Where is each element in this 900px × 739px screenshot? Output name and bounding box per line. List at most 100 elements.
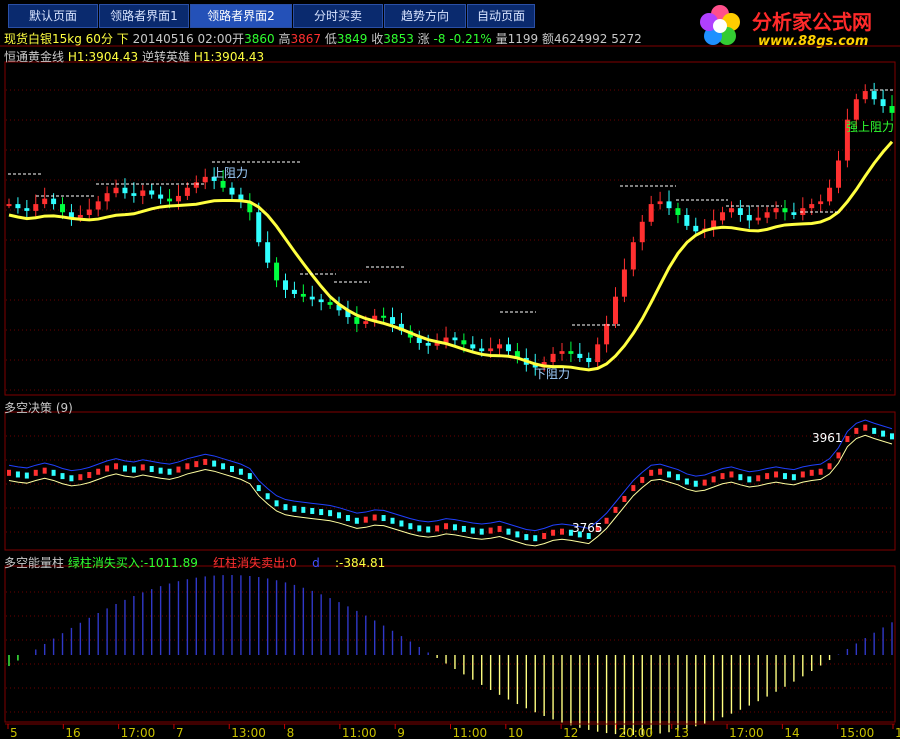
signal-mark <box>738 474 743 481</box>
d-label: d <box>312 556 320 570</box>
candle-body <box>354 317 360 324</box>
candle-body <box>470 344 476 349</box>
signal-mark <box>765 473 770 480</box>
signal-mark <box>363 516 368 523</box>
candle-body <box>291 289 297 294</box>
candle-body <box>791 212 797 215</box>
signal-mark <box>791 474 796 481</box>
candle-body <box>122 187 128 194</box>
signal-mark <box>87 472 92 479</box>
signal-mark <box>774 471 779 478</box>
candle-body <box>363 321 369 324</box>
signal-mark <box>809 469 814 476</box>
signal-mark <box>337 512 342 519</box>
signal-mark <box>818 468 823 475</box>
panel1-name: 恒通黄金线 <box>4 50 65 64</box>
signal-mark <box>854 427 859 434</box>
candle-body <box>488 348 494 352</box>
signal-mark <box>301 506 306 513</box>
signal-mark <box>702 479 707 486</box>
candle-body <box>95 201 101 210</box>
signal-mark <box>488 527 493 534</box>
signal-mark <box>408 523 413 530</box>
signal-mark <box>51 469 56 476</box>
signal-mark <box>372 514 377 521</box>
signal-mark <box>729 471 734 478</box>
signal-mark <box>15 471 20 478</box>
time-tick-label: 10 <box>508 726 523 739</box>
signal-mark <box>283 504 288 511</box>
candle-body <box>381 315 387 318</box>
time-tick-label: 11:00 <box>453 726 488 739</box>
candle-body <box>425 342 431 346</box>
candle-body <box>720 212 726 221</box>
signal-mark <box>613 506 618 513</box>
signal-mark <box>354 517 359 524</box>
signal-mark <box>720 473 725 480</box>
candle-body <box>158 194 164 199</box>
signal-mark <box>890 433 894 440</box>
candle-body <box>568 351 574 354</box>
signal-mark <box>247 473 252 480</box>
signal-mark <box>470 527 475 534</box>
time-tick-label: 20:00 <box>618 726 653 739</box>
time-tick-label: 17:00 <box>121 726 156 739</box>
candle-body <box>773 208 779 213</box>
candle-body <box>184 187 190 196</box>
panel2-name: 多空决策 <box>4 401 53 415</box>
time-tick-label: 12 <box>563 726 578 739</box>
signal-mark <box>435 525 440 532</box>
signal-mark <box>845 436 850 443</box>
signal-mark <box>800 471 805 478</box>
signal-mark <box>114 463 119 470</box>
signal-mark <box>78 474 83 481</box>
candle-body <box>577 353 583 358</box>
candle-body <box>684 214 690 226</box>
signal-mark <box>345 515 350 522</box>
time-tick-label: 13 <box>674 726 689 739</box>
signal-mark <box>881 430 886 437</box>
candle-body <box>666 201 672 209</box>
candle-body <box>282 280 288 290</box>
panel-frame-3 <box>4 565 896 723</box>
candle-body <box>550 353 556 363</box>
candle-body <box>764 212 770 218</box>
candle-body <box>604 323 610 345</box>
signal-mark <box>622 495 627 502</box>
signal-mark <box>872 427 877 434</box>
signal-mark <box>60 473 65 480</box>
candle-body <box>104 193 110 202</box>
candle-body <box>809 204 815 209</box>
candle-body <box>318 299 324 303</box>
time-tick-label: 9 <box>397 726 405 739</box>
signal-mark <box>399 520 404 527</box>
gold-line <box>8 140 894 372</box>
signal-mark <box>863 424 868 431</box>
signal-mark <box>319 509 324 516</box>
time-tick-label: 15 <box>895 726 900 739</box>
candle-body <box>755 217 761 221</box>
signal-mark <box>238 468 243 475</box>
signal-mark <box>328 510 333 517</box>
candle-body <box>613 296 619 324</box>
signal-mark <box>684 478 689 485</box>
signal-mark <box>533 535 538 542</box>
candle-body <box>657 201 663 205</box>
candle-body <box>818 201 824 205</box>
candle-body <box>648 204 654 222</box>
panel3-name: 多空能量柱 <box>4 556 65 570</box>
signal-mark <box>131 466 136 473</box>
panel1-name2: 逆转英雄 <box>142 50 191 64</box>
candle-body <box>505 344 511 352</box>
signal-mark <box>194 461 199 468</box>
time-tick-label: 16 <box>65 726 80 739</box>
candle-body <box>479 348 485 352</box>
signal-mark <box>542 533 547 540</box>
candle-body <box>461 340 467 345</box>
signal-mark <box>274 500 279 507</box>
signal-mark <box>390 517 395 524</box>
signal-mark <box>782 473 787 480</box>
panel2-param: (9) <box>55 401 73 415</box>
signal-mark <box>506 528 511 535</box>
signal-mark <box>176 466 181 473</box>
